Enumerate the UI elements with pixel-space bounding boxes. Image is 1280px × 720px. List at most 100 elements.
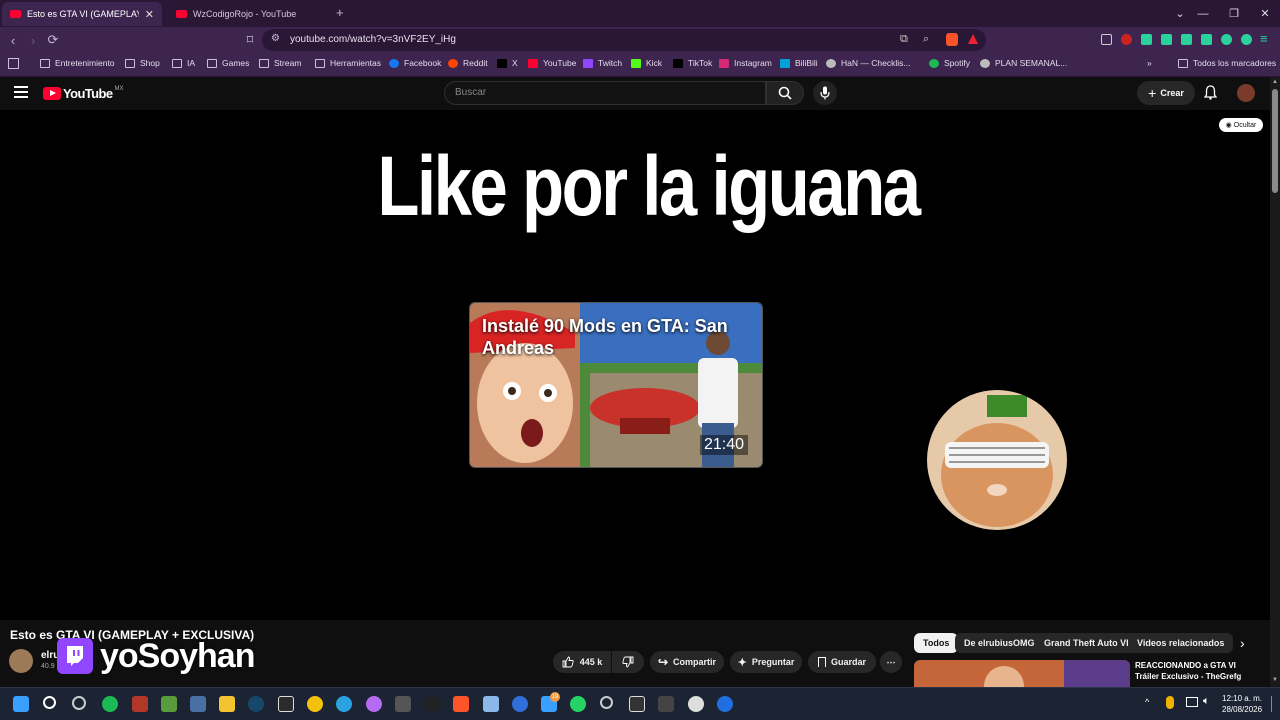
all-bookmarks-folder[interactable]: Todos los marcadores [1178, 58, 1276, 68]
scroll-down-icon[interactable]: ▼ [1272, 677, 1278, 683]
bookmark-folder[interactable]: IA [172, 58, 195, 68]
extension-icon[interactable] [1201, 34, 1212, 45]
file-explorer-icon[interactable] [219, 696, 235, 712]
minecraft-icon[interactable] [161, 696, 177, 712]
bookmark-folder[interactable]: Herramientas [315, 58, 381, 68]
open-in-app-icon[interactable]: ⧉ [900, 33, 908, 46]
volume-icon[interactable]: 🔈︎ [1203, 695, 1210, 708]
extension-icon[interactable] [1221, 34, 1232, 45]
windows-start-icon[interactable] [13, 696, 29, 712]
app-icon[interactable] [717, 696, 733, 712]
voice-search-button[interactable] [813, 81, 837, 105]
recommended-thumbnail[interactable] [914, 660, 1130, 687]
bookmark-folder[interactable]: Entretenimiento [40, 58, 115, 68]
show-hidden-icons-icon[interactable]: ^ [1145, 697, 1149, 707]
search-box[interactable] [444, 81, 766, 105]
bookmark-link[interactable]: TikTok [673, 58, 712, 68]
bookmark-link[interactable]: Kick [631, 58, 662, 68]
tab-inactive[interactable]: WzCodigoRojo - YouTube [168, 2, 328, 26]
more-actions-button[interactable]: ⋯ [880, 651, 902, 673]
extension-icon[interactable] [1181, 34, 1192, 45]
endscreen-video-card[interactable]: Instalé 90 Mods en GTA: San Andreas 21:4… [469, 302, 763, 468]
chrome-icon[interactable] [72, 696, 86, 710]
maximize-button[interactable]: ❐ [1218, 0, 1250, 27]
bookmark-folder[interactable]: Shop [125, 58, 160, 68]
like-button[interactable]: 445 k [553, 651, 611, 673]
bookmark-link[interactable]: Spotify [929, 58, 970, 68]
site-info-icon[interactable]: ⚙ [271, 33, 280, 44]
microphone-icon[interactable] [1166, 696, 1174, 709]
apps-icon[interactable] [8, 58, 19, 69]
app-icon[interactable] [395, 696, 411, 712]
epic-games-icon[interactable] [278, 696, 294, 712]
show-desktop-button[interactable] [1271, 696, 1275, 712]
bookmark-link[interactable]: YouTube [528, 58, 576, 68]
extension-icon[interactable] [1141, 34, 1152, 45]
menu-icon[interactable]: ≡ [1260, 31, 1268, 46]
search-icon[interactable] [43, 696, 56, 709]
app-icon[interactable] [688, 696, 704, 712]
bookmark-link[interactable]: Facebook [389, 58, 441, 68]
address-bar[interactable]: ⚙ youtube.com/watch?v=3nVF2EY_iHg ⧉ ⌕ [262, 29, 986, 51]
page-scrollbar[interactable]: ▲ ▼ [1270, 77, 1280, 687]
filter-chip-related[interactable]: Videos relacionados [1128, 633, 1234, 653]
app-icon[interactable] [366, 696, 382, 712]
app-icon[interactable] [424, 696, 440, 712]
bookmark-folder[interactable]: Games [207, 58, 249, 68]
app-icon[interactable] [658, 696, 674, 712]
close-window-button[interactable]: ✕ [1249, 0, 1280, 27]
dislike-button[interactable] [612, 651, 644, 673]
whatsapp-icon[interactable] [570, 696, 586, 712]
calculator-icon[interactable] [190, 696, 206, 712]
bookmark-icon[interactable]: ⌑ [241, 31, 259, 49]
app-icon[interactable] [600, 696, 613, 709]
network-icon[interactable] [1186, 697, 1198, 707]
bookmark-link[interactable]: X [497, 58, 518, 68]
bookmark-link[interactable]: Reddit [448, 58, 488, 68]
hamburger-menu-icon[interactable] [14, 86, 28, 98]
recommended-title[interactable]: REACCIONANDO a GTA VI Tráiler Exclusivo … [1135, 660, 1260, 682]
hide-endscreen-button[interactable]: ◉ Ocultar [1219, 118, 1263, 132]
spotify-icon[interactable] [102, 696, 118, 712]
app-icon[interactable] [307, 696, 323, 712]
save-button[interactable]: Guardar [808, 651, 876, 673]
brave-shields-icon[interactable] [946, 33, 958, 46]
filter-chip-channel[interactable]: De elrubiusOMG [955, 633, 1044, 653]
bookmark-link[interactable]: BiliBili [780, 58, 818, 68]
search-input[interactable] [455, 87, 755, 98]
filter-chip-all[interactable]: Todos [914, 633, 959, 653]
notepad-icon[interactable] [483, 696, 499, 712]
app-icon[interactable] [629, 696, 645, 712]
subscribe-channel-endcard[interactable] [927, 390, 1067, 530]
channel-avatar[interactable] [9, 649, 33, 673]
app-icon[interactable] [132, 696, 148, 712]
ask-button[interactable]: ✦ Preguntar [730, 651, 802, 673]
youtube-logo[interactable]: YouTube MX [43, 86, 123, 101]
notifications-bell-icon[interactable] [1203, 85, 1218, 100]
scroll-up-icon[interactable]: ▲ [1272, 79, 1278, 85]
app-icon[interactable] [512, 696, 528, 712]
close-tab-icon[interactable]: ✕ [139, 8, 154, 21]
extension-icon[interactable] [1101, 34, 1112, 45]
telegram-icon[interactable] [336, 696, 352, 712]
more-bookmarks-button[interactable]: » [1147, 58, 1152, 68]
extension-icon[interactable] [1121, 34, 1132, 45]
tab-active[interactable]: Esto es GTA VI (GAMEPLAY + EXCLUSIVA) ✕ [2, 2, 162, 26]
brave-rewards-icon[interactable] [968, 34, 978, 44]
steam-icon[interactable] [248, 696, 264, 712]
bookmark-link[interactable]: Twitch [583, 58, 622, 68]
avatar[interactable] [1237, 84, 1255, 102]
vpn-icon[interactable] [1241, 34, 1252, 45]
back-icon[interactable]: ‹ [4, 31, 22, 49]
scrollbar-thumb[interactable] [1272, 89, 1278, 193]
video-player[interactable]: Like por la iguana Instalé 90 Mods en GT… [0, 110, 1270, 620]
create-button[interactable]: + Crear [1137, 81, 1195, 105]
chevron-right-icon[interactable]: › [1240, 635, 1245, 651]
bookmark-link[interactable]: Instagram [719, 58, 772, 68]
bookmark-link[interactable]: PLAN SEMANAL... [980, 58, 1067, 68]
minimize-button[interactable]: — [1187, 0, 1219, 27]
new-tab-button[interactable]: + [336, 5, 344, 20]
reload-icon[interactable]: ⟳ [44, 31, 62, 49]
bookmark-link[interactable]: HaN — Checklis... [826, 58, 910, 68]
system-clock[interactable]: 12:10 a. m. 28/08/2026 [1222, 693, 1262, 715]
